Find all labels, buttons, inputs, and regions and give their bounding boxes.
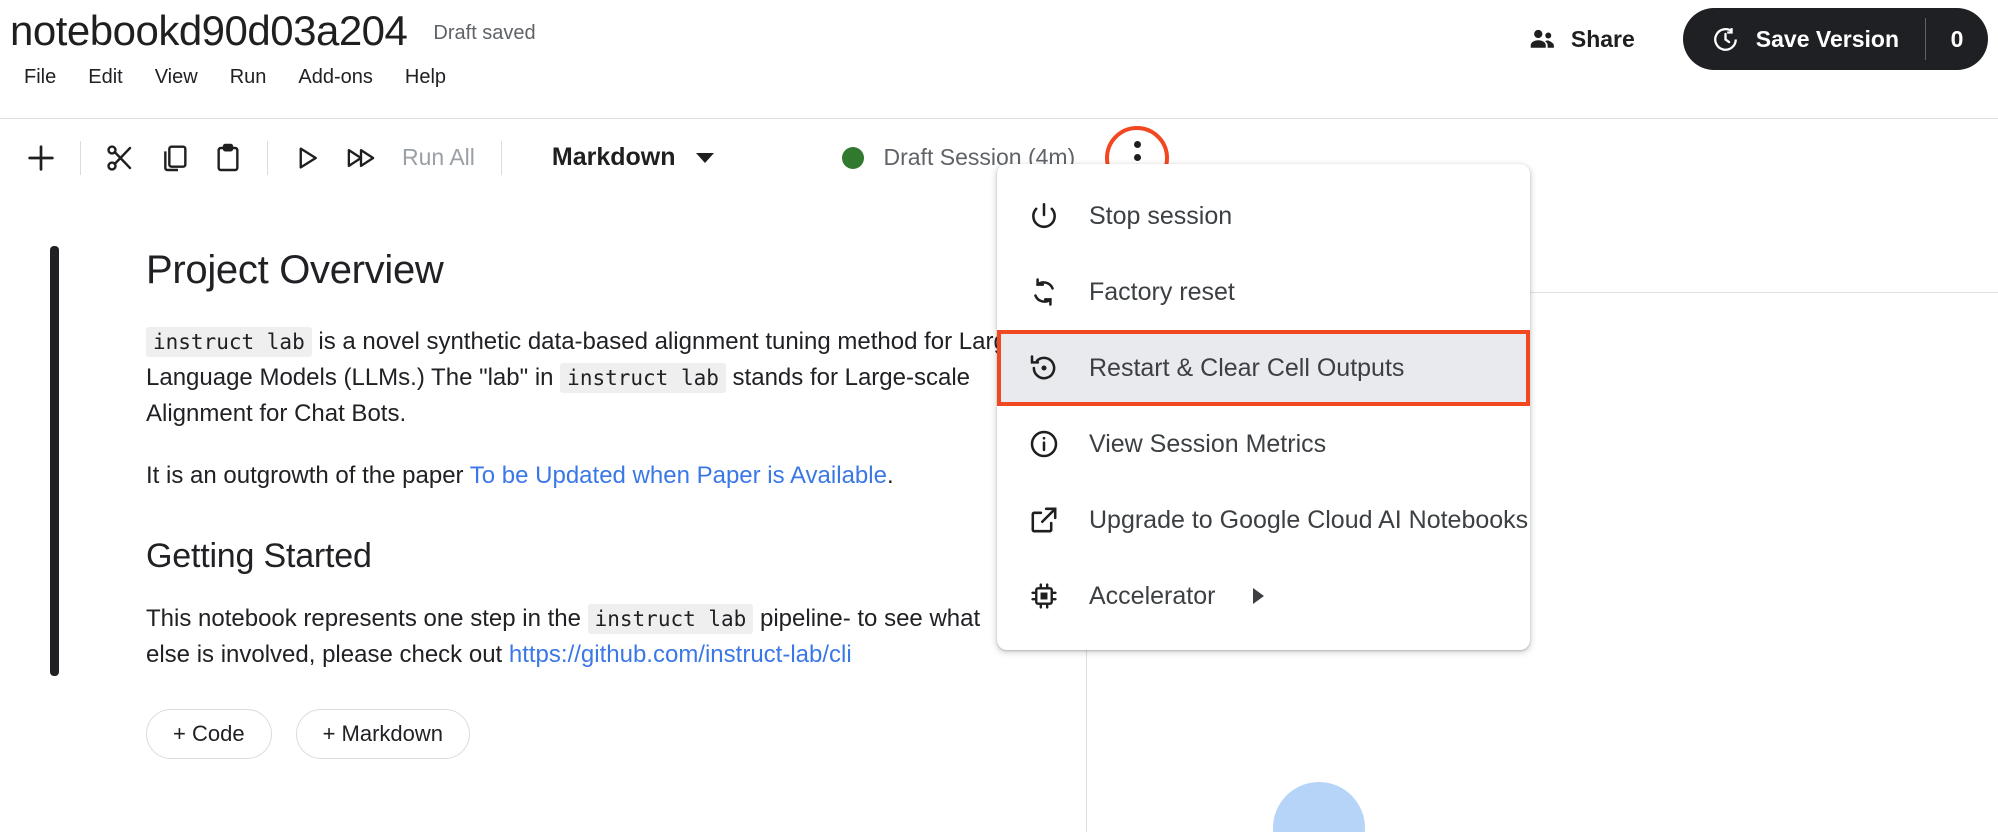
version-count-badge[interactable]: 0	[1926, 8, 1988, 70]
menu-file[interactable]: File	[8, 60, 72, 95]
menu-item-accelerator[interactable]: Accelerator	[997, 558, 1530, 634]
menu-item-restart-clear-outputs[interactable]: Restart & Clear Cell Outputs	[997, 330, 1530, 406]
notebook-canvas: Project Overview instruct lab is a novel…	[0, 196, 1086, 832]
menu-help[interactable]: Help	[389, 60, 462, 95]
menu-run[interactable]: Run	[214, 60, 283, 95]
paragraph-paper: It is an outgrowth of the paper To be Up…	[146, 458, 1026, 494]
notebook-app: notebookd90d03a204 Draft saved File Edit…	[0, 0, 1998, 832]
restart-icon	[1025, 352, 1063, 384]
toolbar-divider-1	[80, 140, 81, 175]
menu-item-label: Upgrade to Google Cloud AI Notebooks	[1089, 505, 1529, 534]
chevron-down-icon	[695, 152, 714, 163]
cut-button[interactable]	[93, 131, 147, 185]
run-all-button[interactable]	[334, 131, 388, 185]
paragraph-text: It is an outgrowth of the paper	[146, 462, 470, 489]
active-cell-indicator	[50, 246, 59, 676]
toolbar-divider-3	[500, 140, 502, 175]
copy-icon	[158, 142, 190, 174]
copy-button[interactable]	[147, 131, 201, 185]
external-link-icon	[1025, 504, 1063, 536]
markdown-content: Project Overview instruct lab is a novel…	[146, 246, 1086, 673]
add-cell-button[interactable]	[14, 131, 68, 185]
session-status-dot	[841, 146, 864, 169]
inline-code: instruct lab	[587, 603, 754, 634]
paper-link[interactable]: To be Updated when Paper is Available	[470, 462, 887, 489]
menu-item-label: Accelerator	[1089, 581, 1216, 610]
menu-item-upgrade-google-cloud[interactable]: Upgrade to Google Cloud AI Notebooks	[997, 482, 1530, 558]
notebook-title[interactable]: notebookd90d03a204	[10, 6, 408, 56]
paragraph-text: This notebook represents one step in the	[146, 604, 588, 632]
paste-button[interactable]	[201, 131, 255, 185]
menu-item-label: Stop session	[1089, 201, 1233, 230]
heading-getting-started: Getting Started	[146, 537, 372, 575]
menu-view[interactable]: View	[139, 60, 214, 95]
clipboard-icon	[212, 142, 244, 174]
add-cell-row: + Code + Markdown	[146, 708, 1086, 759]
save-version-label: Save Version	[1755, 25, 1899, 52]
people-icon	[1527, 24, 1557, 54]
run-all-label[interactable]: Run All	[388, 144, 489, 171]
chip-icon	[1025, 580, 1063, 612]
cell-type-label: Markdown	[551, 143, 676, 171]
clock-restore-icon	[1711, 25, 1740, 54]
sync-icon	[1025, 276, 1063, 308]
header-actions: Share Save Version 0	[1505, 8, 1998, 70]
menu-item-stop-session[interactable]: Stop session	[997, 178, 1530, 254]
markdown-cell[interactable]: Project Overview instruct lab is a novel…	[50, 246, 1086, 676]
save-version-main[interactable]: Save Version	[1683, 8, 1925, 70]
menu-addons[interactable]: Add-ons	[282, 60, 389, 95]
fast-forward-icon	[344, 143, 378, 173]
session-options-menu: Stop session Factory reset Restart & Cle…	[997, 164, 1530, 650]
inline-code: instruct lab	[146, 327, 312, 357]
play-icon	[292, 143, 322, 173]
save-version-button[interactable]: Save Version 0	[1682, 8, 1988, 70]
add-markdown-cell-button[interactable]: + Markdown	[295, 708, 471, 759]
info-icon	[1025, 428, 1063, 460]
cut-icon	[104, 142, 136, 174]
draft-status: Draft saved	[433, 22, 536, 44]
inline-code: instruct lab	[560, 363, 726, 393]
menu-item-label: Factory reset	[1089, 277, 1235, 306]
app-header: notebookd90d03a204 Draft saved File Edit…	[0, 0, 1998, 118]
menu-item-view-session-metrics[interactable]: View Session Metrics	[997, 406, 1530, 482]
paragraph-getting-started: This notebook represents one step in the…	[146, 601, 1026, 673]
avatar	[1273, 782, 1365, 832]
menu-item-label: Restart & Clear Cell Outputs	[1089, 353, 1405, 382]
heading-project-overview: Project Overview	[146, 248, 444, 292]
run-cell-button[interactable]	[280, 131, 334, 185]
toolbar-divider-2	[267, 140, 268, 175]
paragraph-text: .	[886, 462, 894, 489]
paragraph-overview: instruct lab is a novel synthetic data-b…	[146, 324, 1026, 432]
chevron-right-icon	[1253, 588, 1265, 604]
menu-edit[interactable]: Edit	[72, 60, 138, 95]
share-button[interactable]: Share	[1505, 14, 1657, 64]
power-icon	[1025, 200, 1063, 232]
add-cell-icon	[24, 141, 58, 175]
share-label: Share	[1570, 25, 1635, 52]
menu-item-label: View Session Metrics	[1089, 429, 1327, 458]
cell-type-dropdown[interactable]: Markdown	[540, 135, 726, 180]
menu-item-factory-reset[interactable]: Factory reset	[997, 254, 1530, 330]
add-code-cell-button[interactable]: + Code	[146, 708, 272, 759]
github-link[interactable]: https://github.com/instruct-lab/cli	[509, 641, 852, 668]
